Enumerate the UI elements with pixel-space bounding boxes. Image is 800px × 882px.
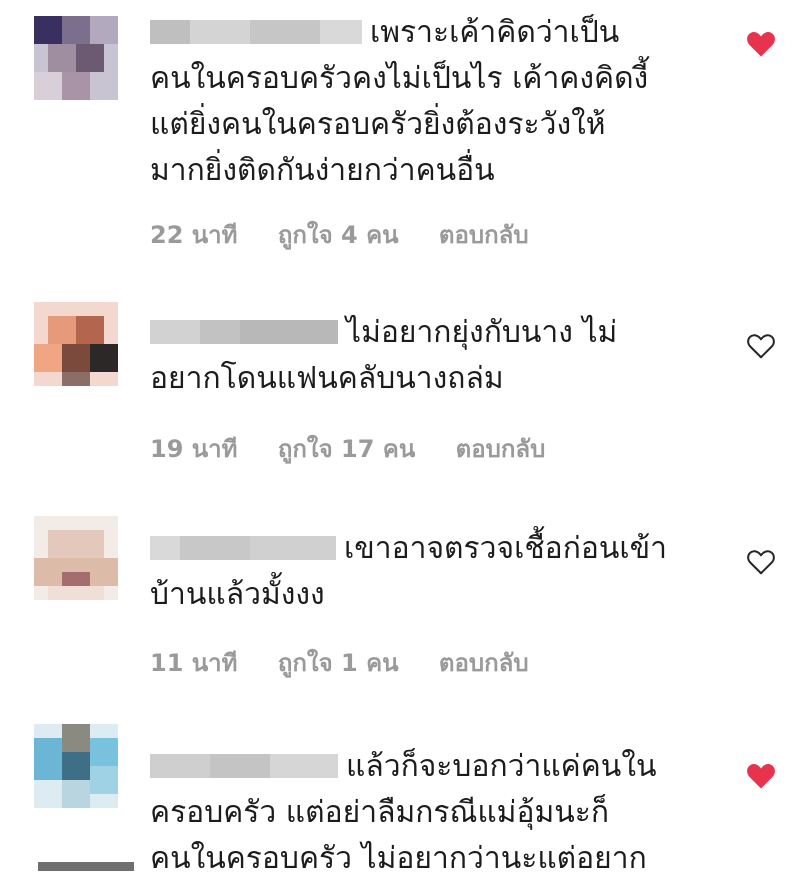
avatar[interactable] <box>34 724 118 808</box>
username-blurred[interactable] <box>150 20 362 44</box>
like-count-link[interactable]: ถูกใจ 4 คน <box>278 221 399 249</box>
heart-outline-icon[interactable] <box>746 332 776 360</box>
comment-time: 22 นาที <box>150 221 238 249</box>
heart-outline-icon[interactable] <box>746 548 776 576</box>
username-blurred[interactable] <box>150 320 338 344</box>
heart-liked-icon[interactable] <box>746 762 776 790</box>
avatar[interactable] <box>34 302 118 386</box>
avatar[interactable] <box>34 16 118 100</box>
heart-liked-icon[interactable] <box>746 30 776 58</box>
comment-meta: 22 นาที ถูกใจ 4 คน ตอบกลับ <box>150 220 561 250</box>
reply-button[interactable]: ตอบกลับ <box>439 649 529 677</box>
comment-meta: 11 นาที ถูกใจ 1 คน ตอบกลับ <box>150 648 561 678</box>
comment-text: เขาอาจตรวจเชื้อก่อนเข้า บ้านแล้วมั้งงง <box>150 531 667 612</box>
reply-button[interactable]: ตอบกลับ <box>456 435 546 463</box>
reply-button[interactable]: ตอบกลับ <box>439 221 529 249</box>
comment-time: 19 นาที <box>150 435 238 463</box>
comment-text: แล้วก็จะบอกว่าแค่คนใน ครอบครัว แต่อย่าลื… <box>150 749 657 876</box>
avatar[interactable] <box>34 516 118 600</box>
comment-text: ไม่อยากยุ่งกับนาง ไม่ อยากโดนแฟนคลับนางถ… <box>150 315 618 396</box>
username-blurred[interactable] <box>150 754 338 778</box>
comment-time: 11 นาที <box>150 649 238 677</box>
comment-meta: 19 นาที ถูกใจ 17 คน ตอบกลับ <box>150 434 577 464</box>
like-count-link[interactable]: ถูกใจ 17 คน <box>278 435 415 463</box>
like-count-link[interactable]: ถูกใจ 1 คน <box>278 649 399 677</box>
scroll-indicator <box>38 862 134 871</box>
username-blurred[interactable] <box>150 536 336 560</box>
comment-text: เพราะเค้าคิดว่าเป็น คนในครอบครัวคงไม่เป็… <box>150 15 649 188</box>
